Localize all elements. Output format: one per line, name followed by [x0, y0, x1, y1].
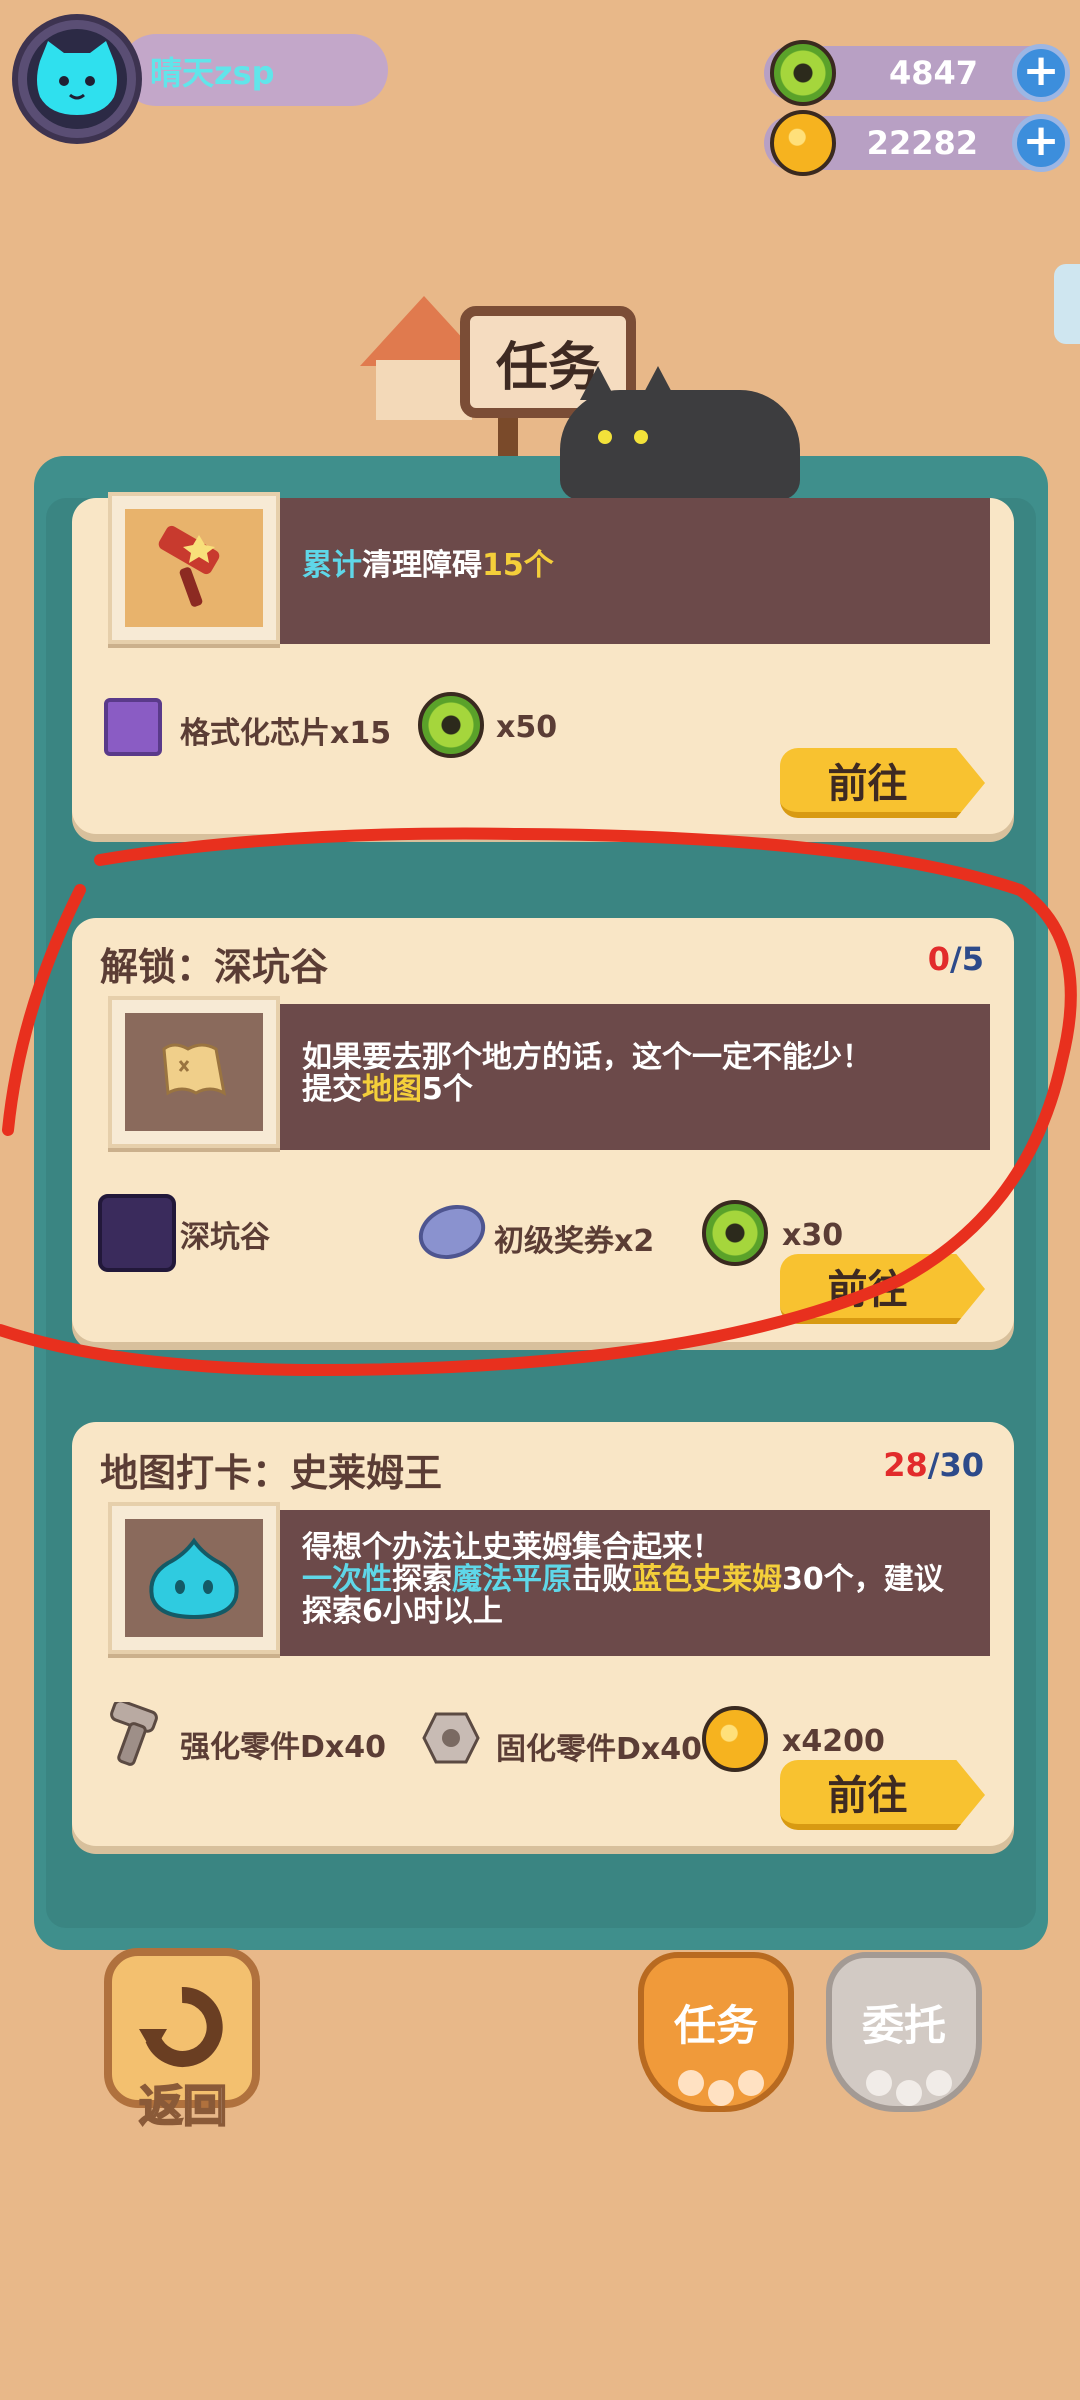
deep-valley-icon — [98, 1194, 176, 1272]
go-button[interactable]: 前往 — [780, 748, 985, 818]
task-progress: 0/5 — [927, 940, 984, 978]
tab-task-label: 任务 — [673, 2001, 758, 2050]
go-button[interactable]: 前往 — [780, 1254, 985, 1324]
reward-label: 固化零件Dx40 — [496, 1732, 703, 1767]
add-gold-currency-button[interactable]: + — [1012, 114, 1070, 172]
back-arrow-icon — [139, 1986, 223, 2067]
player-name: 晴天zsp — [150, 54, 275, 92]
reward-label: 格式化芯片x15 — [180, 716, 392, 751]
task-image-frame — [108, 492, 280, 644]
task-image-frame — [108, 1502, 280, 1654]
reward-label: x4200 — [782, 1724, 885, 1759]
map-scroll-icon — [125, 1013, 263, 1131]
avatar[interactable] — [12, 14, 142, 144]
roller-brush-icon — [125, 509, 263, 627]
slime-icon — [125, 1519, 263, 1637]
add-green-currency-button[interactable]: + — [1012, 44, 1070, 102]
go-button[interactable]: 前往 — [780, 1760, 985, 1830]
reward-label: x30 — [782, 1218, 844, 1253]
bolt-icon — [106, 1699, 168, 1768]
green-gear-coin-icon — [418, 692, 484, 758]
reward-label: 初级奖券x2 — [494, 1224, 655, 1259]
green-gear-coin-icon — [770, 40, 836, 106]
green-gear-coin-icon — [702, 1200, 768, 1266]
tab-delegate-label: 委托 — [861, 2001, 946, 2050]
reward-label: x50 — [496, 710, 558, 745]
task-description: 得想个办法让史莱姆集合起来！ 一次性探索魔法平原击败蓝色史莱姆30个，建议 探索… — [302, 1530, 944, 1629]
gold-coin-icon — [770, 110, 836, 176]
task-title: 地图打卡：史莱姆王 — [100, 1451, 443, 1495]
task-title: 解锁：深坑谷 — [100, 945, 329, 989]
task-description: 如果要去那个地方的话，这个一定不能少！ 提交地图5个 — [302, 1040, 872, 1107]
house-body — [376, 360, 472, 420]
task-image-frame — [108, 996, 280, 1148]
nut-icon — [422, 1712, 480, 1764]
reward-label: 深坑谷 — [180, 1220, 270, 1255]
reward-label: 强化零件Dx40 — [180, 1730, 387, 1765]
tab-task[interactable]: 任务 — [638, 1952, 794, 2112]
format-chip-icon — [104, 698, 162, 756]
gold-coin-icon — [702, 1706, 768, 1772]
task-description: 累计清理障碍15个 — [302, 548, 554, 583]
back-label: 返回 — [138, 2080, 228, 2133]
tab-delegate[interactable]: 委托 — [826, 1952, 982, 2112]
side-tab[interactable] — [1054, 264, 1080, 344]
black-cat-icon — [560, 366, 800, 500]
task-progress: 28/30 — [883, 1446, 984, 1484]
cat-avatar-icon — [27, 29, 127, 129]
